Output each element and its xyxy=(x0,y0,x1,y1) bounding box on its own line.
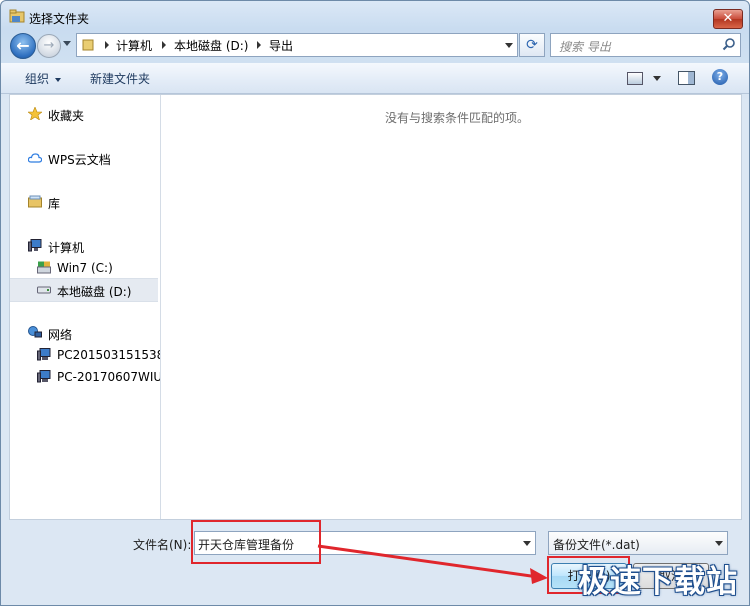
sidebar-item-favorites[interactable]: 收藏夹 xyxy=(10,103,158,125)
empty-results-message: 没有与搜索条件匹配的项。 xyxy=(385,111,530,125)
star-icon xyxy=(28,107,42,120)
sidebar-item-label: 网络 xyxy=(48,328,73,342)
sidebar-item-pc-20170607wiun[interactable]: PC-20170607WIUN xyxy=(10,366,161,388)
view-dropdown-icon[interactable] xyxy=(653,76,661,81)
sidebar-item-network[interactable]: 网络 xyxy=(10,322,158,344)
sidebar-item-label: 本地磁盘 (D:) xyxy=(57,285,132,299)
back-button[interactable]: ← xyxy=(10,33,36,59)
drive-icon xyxy=(37,286,51,294)
chevron-down-icon xyxy=(55,77,62,82)
sidebar-item-label: PC201503151538 xyxy=(57,348,161,362)
breadcrumb-export[interactable]: 导出 xyxy=(269,37,293,54)
watermark-text: 极速下载站 xyxy=(578,564,738,600)
filename-label: 文件名(N): xyxy=(133,538,192,552)
sidebar-item-label: Win7 (C:) xyxy=(57,261,113,275)
navigation-bar: ← → 计算机 本地磁盘 (D:) 导出 ⟳ 搜索 导出 xyxy=(1,31,749,59)
dialog-body: 收藏夹 WPS云文档 库 计算机 Win7 (C:) 本地磁盘 (D:) 网络 … xyxy=(9,94,742,520)
network-icon xyxy=(28,326,42,338)
sidebar-item-drive-d[interactable]: 本地磁盘 (D:) xyxy=(10,278,158,302)
breadcrumb-drive-d[interactable]: 本地磁盘 (D:) xyxy=(174,37,248,54)
close-button[interactable]: ✕ xyxy=(713,9,743,29)
command-bar: 组织 新建文件夹 ? xyxy=(1,63,749,94)
view-options-icon[interactable] xyxy=(627,72,643,85)
library-icon xyxy=(28,195,42,208)
network-pc-icon xyxy=(37,370,51,383)
forward-button[interactable]: → xyxy=(37,34,61,58)
file-type-select[interactable]: 备份文件(*.dat) xyxy=(548,531,728,555)
breadcrumb-separator-icon[interactable] xyxy=(105,41,109,49)
folder-icon xyxy=(9,9,25,23)
sidebar-item-libraries[interactable]: 库 xyxy=(10,191,158,213)
address-dropdown-icon[interactable] xyxy=(505,43,513,48)
sidebar-item-label: 库 xyxy=(48,197,61,211)
sidebar-item-pc-201503151538[interactable]: PC201503151538 xyxy=(10,344,161,366)
sidebar-item-label: 收藏夹 xyxy=(48,109,85,123)
sidebar-item-label: PC-20170607WIUN xyxy=(57,370,161,384)
search-box[interactable]: 搜索 导出 xyxy=(550,33,741,57)
refresh-button[interactable]: ⟳ xyxy=(519,33,545,57)
folder-icon xyxy=(82,39,94,51)
organize-button[interactable]: 组织 xyxy=(25,70,62,87)
window-title: 选择文件夹 xyxy=(29,12,90,26)
sidebar-item-label: WPS云文档 xyxy=(48,153,111,167)
new-folder-button[interactable]: 新建文件夹 xyxy=(90,70,150,87)
drive-icon xyxy=(37,261,51,274)
address-bar[interactable]: 计算机 本地磁盘 (D:) 导出 xyxy=(76,33,518,57)
filename-dropdown-icon[interactable] xyxy=(523,541,531,546)
computer-icon xyxy=(28,239,42,252)
title-bar: 选择文件夹 ✕ xyxy=(1,1,749,31)
sidebar-item-computer[interactable]: 计算机 xyxy=(10,235,158,257)
preview-pane-icon[interactable] xyxy=(678,71,695,85)
cloud-icon xyxy=(28,153,42,163)
file-type-dropdown-icon[interactable] xyxy=(715,541,723,546)
network-pc-icon xyxy=(37,348,51,361)
file-type-value: 备份文件(*.dat) xyxy=(553,538,640,552)
history-dropdown-icon[interactable] xyxy=(63,41,71,46)
search-icon[interactable] xyxy=(722,37,736,51)
help-icon[interactable]: ? xyxy=(712,69,728,85)
filename-highlight-box xyxy=(191,520,321,564)
sidebar-item-wps-cloud[interactable]: WPS云文档 xyxy=(10,147,158,169)
folder-picker-dialog: 选择文件夹 ✕ ← → 计算机 本地磁盘 (D:) 导出 ⟳ 搜索 导出 组织 … xyxy=(0,0,750,606)
sidebar-item-label: 计算机 xyxy=(48,241,85,255)
breadcrumb-separator-icon[interactable] xyxy=(257,41,261,49)
navigation-pane[interactable]: 收藏夹 WPS云文档 库 计算机 Win7 (C:) 本地磁盘 (D:) 网络 … xyxy=(10,95,161,519)
search-placeholder: 搜索 导出 xyxy=(559,40,611,54)
sidebar-item-drive-c[interactable]: Win7 (C:) xyxy=(10,257,158,279)
breadcrumb-separator-icon[interactable] xyxy=(162,41,166,49)
breadcrumb-computer[interactable]: 计算机 xyxy=(116,37,152,54)
